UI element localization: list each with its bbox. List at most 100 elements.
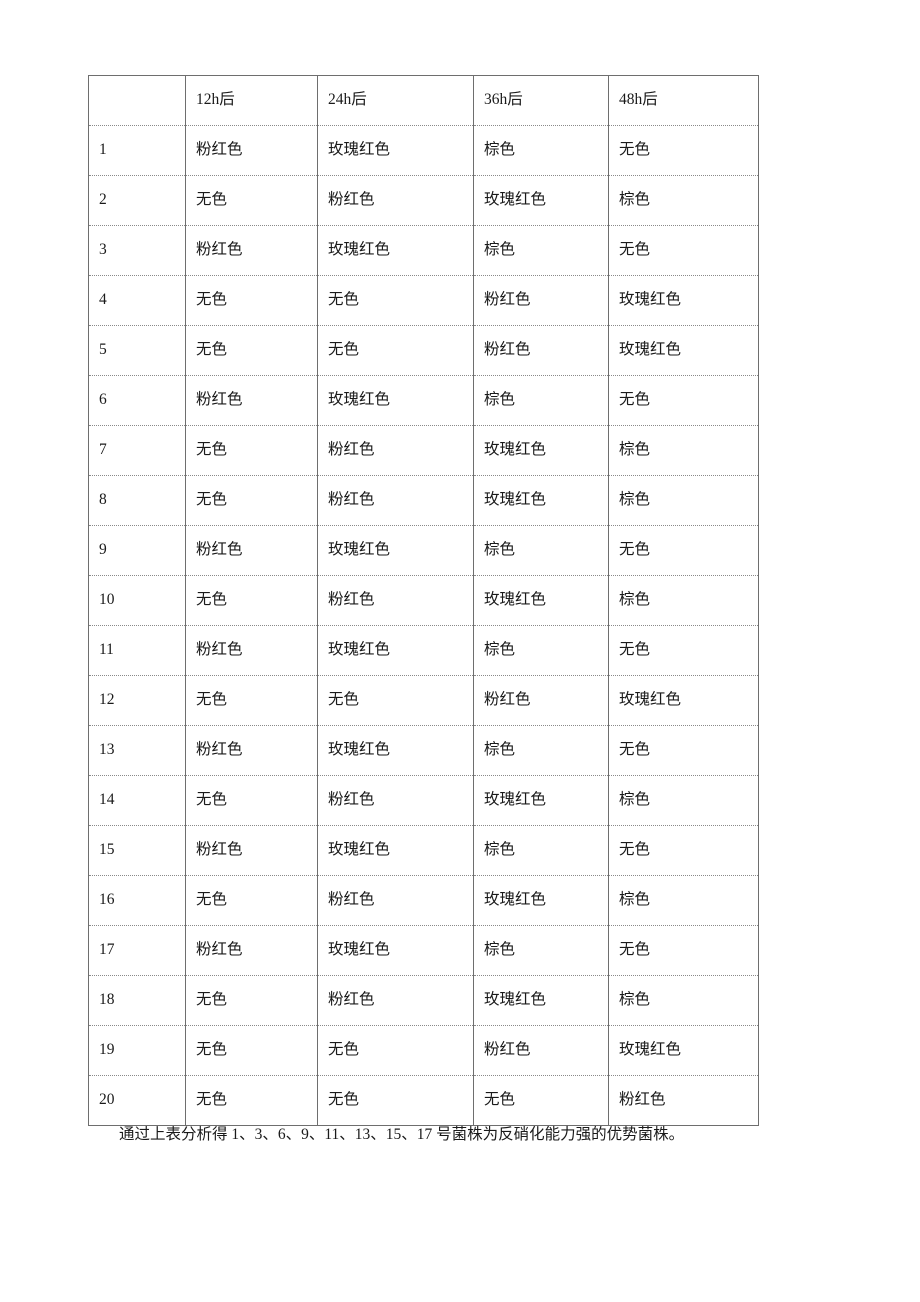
observation-cell: 棕色 xyxy=(608,175,759,226)
observation-cell: 棕色 xyxy=(608,775,759,826)
observation-cell: 玫瑰红色 xyxy=(317,375,474,426)
row-index-cell: 20 xyxy=(88,1075,186,1126)
observation-cell: 棕色 xyxy=(473,925,609,976)
row-index-cell: 4 xyxy=(88,275,186,326)
row-index-cell: 10 xyxy=(88,575,186,626)
row-index-cell: 13 xyxy=(88,725,186,776)
observation-cell: 粉红色 xyxy=(317,425,474,476)
row-index-cell: 18 xyxy=(88,975,186,1026)
observation-cell: 无色 xyxy=(185,175,318,226)
table-row: 7 无色 粉红色 玫瑰红色 棕色 xyxy=(88,425,759,476)
observation-cell: 粉红色 xyxy=(185,725,318,776)
observation-cell: 粉红色 xyxy=(185,925,318,976)
row-index-cell: 14 xyxy=(88,775,186,826)
observation-cell: 棕色 xyxy=(608,875,759,926)
observation-cell: 无色 xyxy=(473,1075,609,1126)
observation-cell: 无色 xyxy=(185,475,318,526)
observation-cell: 玫瑰红色 xyxy=(473,425,609,476)
table-row: 15 粉红色 玫瑰红色 棕色 无色 xyxy=(88,825,759,876)
observation-cell: 棕色 xyxy=(473,375,609,426)
observation-cell: 粉红色 xyxy=(185,375,318,426)
observation-cell: 玫瑰红色 xyxy=(473,875,609,926)
document-page: 12h后 24h后 36h后 48h后 1 粉红色 玫瑰红色 棕色 无色 2 无色 粉红色 玫瑰红色 棕色… xyxy=(0,0,920,1302)
table-row: 18 无色 粉红色 玫瑰红色 棕色 xyxy=(88,975,759,1026)
observation-cell: 棕色 xyxy=(473,125,609,176)
observation-cell: 无色 xyxy=(608,525,759,576)
observation-cell: 粉红色 xyxy=(473,325,609,376)
table-row: 4 无色 无色 粉红色 玫瑰红色 xyxy=(88,275,759,326)
observation-cell: 玫瑰红色 xyxy=(608,1025,759,1076)
observation-cell: 玫瑰红色 xyxy=(317,525,474,576)
observation-cell: 玫瑰红色 xyxy=(608,325,759,376)
observation-cell: 无色 xyxy=(185,575,318,626)
table-row: 8 无色 粉红色 玫瑰红色 棕色 xyxy=(88,475,759,526)
row-index-cell: 1 xyxy=(88,125,186,176)
observation-cell: 粉红色 xyxy=(317,975,474,1026)
header-cell-corner xyxy=(88,75,186,126)
observation-cell: 无色 xyxy=(185,275,318,326)
observation-cell: 棕色 xyxy=(608,575,759,626)
row-index-cell: 6 xyxy=(88,375,186,426)
observation-cell: 粉红色 xyxy=(317,175,474,226)
header-cell: 36h后 xyxy=(473,75,609,126)
observation-cell: 粉红色 xyxy=(473,1025,609,1076)
row-index-cell: 15 xyxy=(88,825,186,876)
row-index-cell: 5 xyxy=(88,325,186,376)
observation-cell: 无色 xyxy=(185,1075,318,1126)
observation-cell: 玫瑰红色 xyxy=(317,625,474,676)
observation-cell: 粉红色 xyxy=(185,825,318,876)
observation-cell: 玫瑰红色 xyxy=(473,775,609,826)
observation-cell: 棕色 xyxy=(473,525,609,576)
row-index-cell: 11 xyxy=(88,625,186,676)
table-row: 1 粉红色 玫瑰红色 棕色 无色 xyxy=(88,125,759,176)
table-row: 3 粉红色 玫瑰红色 棕色 无色 xyxy=(88,225,759,276)
table-row: 11 粉红色 玫瑰红色 棕色 无色 xyxy=(88,625,759,676)
observation-cell: 棕色 xyxy=(608,975,759,1026)
observation-cell: 无色 xyxy=(317,1075,474,1126)
observation-cell: 粉红色 xyxy=(185,625,318,676)
observation-cell: 棕色 xyxy=(473,625,609,676)
observation-cell: 无色 xyxy=(185,425,318,476)
table-body: 12h后 24h后 36h后 48h后 1 粉红色 玫瑰红色 棕色 无色 2 无色 粉红色 玫瑰红色 棕色… xyxy=(88,75,759,1126)
observation-cell: 粉红色 xyxy=(317,475,474,526)
table-row: 14 无色 粉红色 玫瑰红色 棕色 xyxy=(88,775,759,826)
observation-cell: 无色 xyxy=(608,125,759,176)
observation-cell: 棕色 xyxy=(473,725,609,776)
observation-cell: 粉红色 xyxy=(317,575,474,626)
observation-cell: 粉红色 xyxy=(608,1075,759,1126)
observation-cell: 无色 xyxy=(608,825,759,876)
observation-cell: 无色 xyxy=(185,975,318,1026)
observation-cell: 无色 xyxy=(317,1025,474,1076)
observation-cell: 玫瑰红色 xyxy=(473,175,609,226)
observation-cell: 玫瑰红色 xyxy=(317,125,474,176)
header-cell: 48h后 xyxy=(608,75,759,126)
row-index-cell: 2 xyxy=(88,175,186,226)
observation-cell: 无色 xyxy=(608,625,759,676)
observation-cell: 无色 xyxy=(185,875,318,926)
table-row: 12 无色 无色 粉红色 玫瑰红色 xyxy=(88,675,759,726)
table-row: 9 粉红色 玫瑰红色 棕色 无色 xyxy=(88,525,759,576)
results-table-container: 12h后 24h后 36h后 48h后 1 粉红色 玫瑰红色 棕色 无色 2 无色 粉红色 玫瑰红色 棕色… xyxy=(88,75,759,1126)
header-cell: 24h后 xyxy=(317,75,474,126)
table-header-row: 12h后 24h后 36h后 48h后 xyxy=(88,75,759,126)
observation-cell: 粉红色 xyxy=(473,275,609,326)
observation-cell: 无色 xyxy=(608,925,759,976)
table-row: 20 无色 无色 无色 粉红色 xyxy=(88,1075,759,1126)
observation-cell: 棕色 xyxy=(473,825,609,876)
row-index-cell: 9 xyxy=(88,525,186,576)
observation-cell: 玫瑰红色 xyxy=(473,975,609,1026)
observation-cell: 无色 xyxy=(185,325,318,376)
results-table: 12h后 24h后 36h后 48h后 1 粉红色 玫瑰红色 棕色 无色 2 无色 粉红色 玫瑰红色 棕色… xyxy=(88,75,759,1126)
row-index-cell: 12 xyxy=(88,675,186,726)
row-index-cell: 16 xyxy=(88,875,186,926)
row-index-cell: 8 xyxy=(88,475,186,526)
observation-cell: 无色 xyxy=(608,375,759,426)
analysis-caption: 通过上表分析得 1、3、6、9、11、13、15、17 号菌株为反硝化能力强的优… xyxy=(119,1126,685,1143)
observation-cell: 粉红色 xyxy=(185,225,318,276)
observation-cell: 粉红色 xyxy=(185,125,318,176)
table-row: 10 无色 粉红色 玫瑰红色 棕色 xyxy=(88,575,759,626)
observation-cell: 棕色 xyxy=(608,425,759,476)
row-index-cell: 19 xyxy=(88,1025,186,1076)
observation-cell: 玫瑰红色 xyxy=(473,575,609,626)
table-row: 6 粉红色 玫瑰红色 棕色 无色 xyxy=(88,375,759,426)
